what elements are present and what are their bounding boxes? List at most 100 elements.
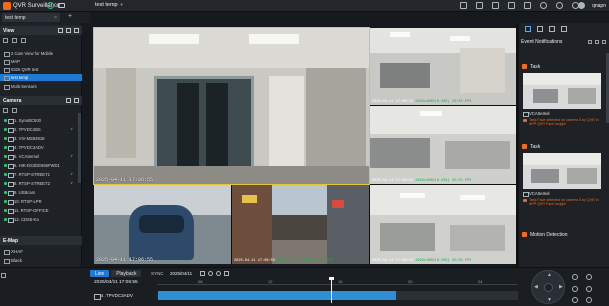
camera-item[interactable]: 9. USBcam xyxy=(0,188,82,196)
camera-item[interactable]: 8. RTSP-STREET2 ∨ xyxy=(0,179,82,187)
layout-icon[interactable] xyxy=(460,2,467,9)
grid-icon[interactable] xyxy=(66,28,71,33)
chevron-down-icon[interactable]: ∨ xyxy=(70,180,73,185)
camera-item[interactable]: 3. VIV-MS8391E xyxy=(0,134,82,142)
tab-test-temp[interactable]: test temp × xyxy=(2,13,60,22)
zoom-out-icon[interactable] xyxy=(208,271,213,276)
add-tab-button[interactable]: + xyxy=(68,13,72,20)
list-icon[interactable] xyxy=(66,98,71,103)
camera-icon[interactable] xyxy=(58,3,65,8)
delete-icon[interactable] xyxy=(21,37,26,43)
view-toolbar xyxy=(0,36,82,44)
camera-label: 2. TPVDC4BS xyxy=(14,126,41,132)
collapse-icon[interactable] xyxy=(74,28,79,33)
view-section-header[interactable]: View xyxy=(0,26,82,35)
playhead[interactable] xyxy=(330,279,332,303)
grid-icon[interactable] xyxy=(476,2,483,9)
layout-toggle-icon[interactable] xyxy=(1,273,6,278)
status-icon[interactable] xyxy=(47,2,54,9)
record-icon[interactable] xyxy=(492,2,499,9)
ptz-left-icon[interactable]: ◀ xyxy=(534,284,538,290)
list-icon[interactable] xyxy=(58,28,63,33)
video-tile-3[interactable]: 2025-04-11 17:06:55 1920x1080(H.264) 25/… xyxy=(370,106,516,184)
camera-item[interactable]: 6. HIK-DS2DE655FWD1 xyxy=(0,161,82,169)
calendar-icon[interactable] xyxy=(200,271,205,276)
zoom-in-icon[interactable] xyxy=(572,274,578,280)
close-icon[interactable]: × xyxy=(54,15,57,21)
notification-icon[interactable] xyxy=(525,26,531,32)
ptz-center[interactable] xyxy=(544,283,553,292)
clock-icon[interactable] xyxy=(540,2,547,9)
camera-item[interactable]: 10. RTSP-LPR xyxy=(0,197,82,205)
camera-item[interactable]: 1. SynoBC500 xyxy=(0,116,82,124)
user-name[interactable]: qnapn xyxy=(592,3,606,9)
camera-label: 7. RTSP-STREET1 xyxy=(14,171,50,177)
export-icon[interactable] xyxy=(224,271,229,276)
ptz-joystick[interactable]: ▲ ▼ ◀ ▶ xyxy=(531,270,565,304)
camera-item[interactable]: 2. TPVDC4BS ∨ xyxy=(0,125,82,133)
iris-close-icon[interactable] xyxy=(586,297,592,303)
camera-label: 8. RTSP-STREET2 xyxy=(14,180,50,186)
camera-label: 4. TPVDC3ADV xyxy=(14,144,44,150)
camera-item[interactable]: 4. TPVDC3ADV xyxy=(0,143,82,151)
chevron-down-icon[interactable]: ∨ xyxy=(70,126,73,131)
add-icon[interactable] xyxy=(3,37,8,43)
ptz-icon[interactable] xyxy=(549,26,555,32)
camera-list-scrollbar[interactable] xyxy=(78,113,81,183)
emap-item[interactable]: XHAF xyxy=(0,247,82,255)
ptz-down-icon[interactable]: ▼ xyxy=(547,297,552,303)
view-item[interactable]: MAP xyxy=(0,58,82,65)
time-ruler[interactable]: 08 12 16 20 24 xyxy=(158,279,518,285)
video-tile-2[interactable]: 2025-04-11 17:06:55 1920x1080(H.264) 25/… xyxy=(370,28,516,105)
emap-item[interactable]: Black xyxy=(0,256,82,264)
video-tile-1[interactable]: 2025-04-11 17:06:55 xyxy=(93,27,370,185)
recording-track[interactable] xyxy=(158,291,518,300)
camera-item[interactable]: 12. CDS5-Ka xyxy=(0,215,82,223)
view-item-selected[interactable]: test temp xyxy=(0,74,82,81)
user-icon[interactable] xyxy=(578,2,585,9)
tab-live[interactable]: Live xyxy=(90,270,110,277)
camera-item[interactable]: 11. RTSP-OFFICE xyxy=(0,206,82,214)
ptz-up-icon[interactable]: ▲ xyxy=(547,272,552,278)
edit-icon[interactable] xyxy=(12,37,17,43)
event-thumbnail[interactable] xyxy=(523,153,601,189)
camera-header-label: Camera xyxy=(3,98,22,104)
filter-icon[interactable] xyxy=(595,40,599,44)
video-tile-4[interactable]: 2025-04-11 17:06:55 xyxy=(94,185,231,264)
video-tile-6[interactable]: 2025-04-11 17:06:55 1920x1080(H.265) 25/… xyxy=(370,185,516,264)
sync-toggle[interactable]: SYNC xyxy=(151,271,164,276)
chevron-down-icon[interactable]: ∨ xyxy=(70,153,73,158)
focus-far-icon[interactable] xyxy=(586,286,592,292)
emap-section-header[interactable]: E-Map xyxy=(0,236,82,245)
search-icon[interactable] xyxy=(12,107,17,113)
camera-item[interactable]: 5. VCASemel ∨ xyxy=(0,152,82,160)
ptz-right-icon[interactable]: ▶ xyxy=(559,284,563,290)
download-icon[interactable] xyxy=(524,2,531,9)
zoom-out-icon[interactable] xyxy=(586,274,592,280)
collapse-icon[interactable] xyxy=(74,98,79,103)
video-tile-5[interactable]: 2025-04-11 17:06:55 1920x1080(H.264) 25/… xyxy=(232,185,369,264)
add-camera-icon[interactable] xyxy=(3,107,8,113)
gear-icon[interactable] xyxy=(602,40,606,44)
event-thumbnail[interactable] xyxy=(523,73,601,109)
chevron-down-icon[interactable]: ∨ xyxy=(70,171,73,176)
date-picker[interactable]: 2025/04/11 xyxy=(170,271,192,276)
view-item[interactable]: Multi-Sensors xyxy=(0,83,82,90)
view-item[interactable]: 2 Cam View for Mobile xyxy=(0,50,82,57)
settings-icon[interactable] xyxy=(561,26,567,32)
iris-open-icon[interactable] xyxy=(572,297,578,303)
view-selector[interactable]: test temp ▼ xyxy=(95,2,124,8)
right-panel-tabs xyxy=(519,23,609,35)
camera-header-icons xyxy=(66,98,79,103)
tab-playback[interactable]: Playback xyxy=(111,270,142,277)
focus-near-icon[interactable] xyxy=(572,286,578,292)
camera-info-icon[interactable] xyxy=(537,26,543,32)
gear-icon[interactable] xyxy=(556,2,563,9)
view-item[interactable]: 0325 QVR test xyxy=(0,66,82,73)
camera-section-header[interactable]: Camera xyxy=(0,96,82,105)
tab-bar: test temp × + xyxy=(0,12,90,23)
export-icon[interactable] xyxy=(508,2,515,9)
camera-item[interactable]: 7. RTSP-STREET1 ∨ xyxy=(0,170,82,178)
clear-icon[interactable] xyxy=(588,40,592,44)
zoom-in-icon[interactable] xyxy=(216,271,221,276)
